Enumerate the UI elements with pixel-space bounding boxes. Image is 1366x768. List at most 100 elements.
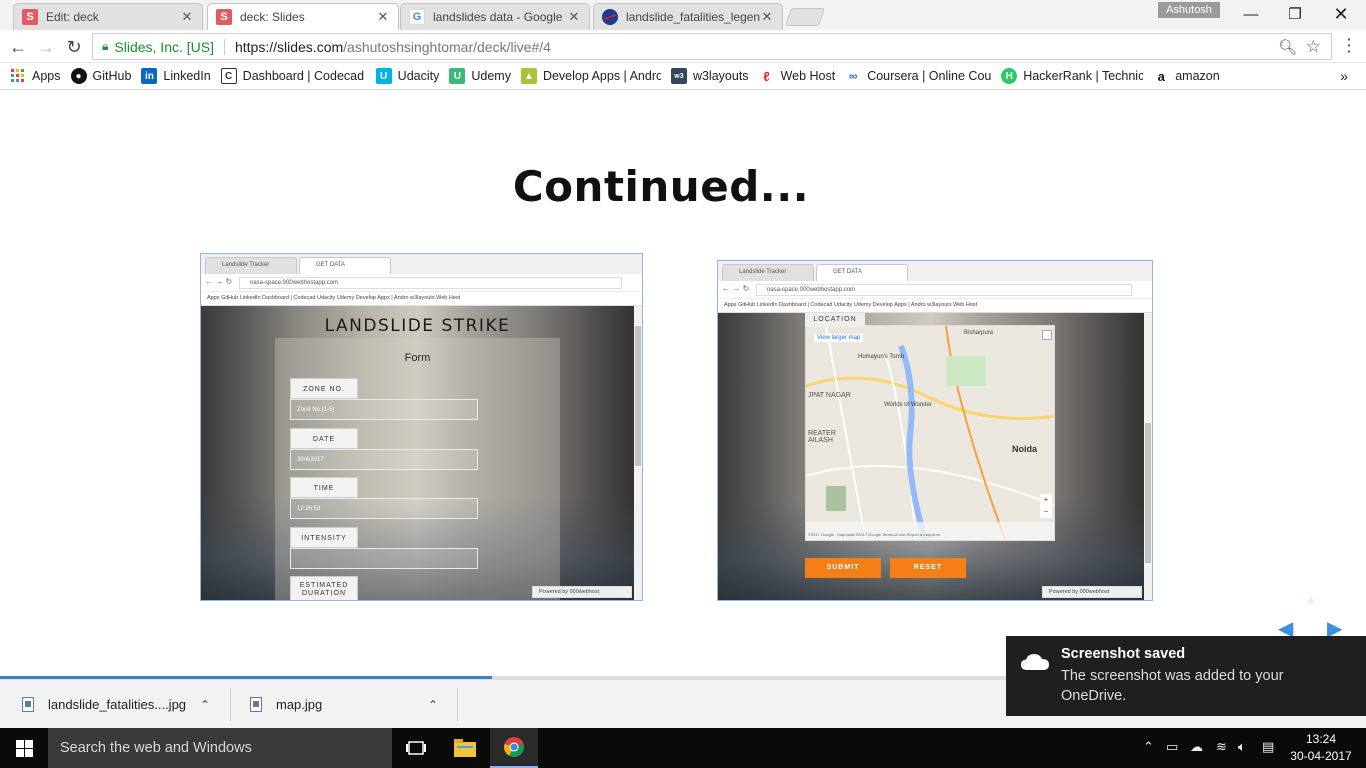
- mini-toolbar: ← → ↻ nasa-space.000webhostapp.com: [201, 274, 642, 292]
- close-tab-icon[interactable]: ✕: [760, 9, 774, 25]
- mini-tab: GET DATA: [816, 264, 908, 281]
- bookmarks-overflow-icon[interactable]: »: [1340, 68, 1348, 84]
- bookmark-amazon[interactable]: a amazon: [1153, 68, 1220, 84]
- security-chip[interactable]: Slides, Inc. [US]: [114, 39, 214, 55]
- amazon-icon: a: [1153, 68, 1170, 84]
- mini-url: nasa-space.000webhostapp.com: [756, 284, 1132, 296]
- chrome-taskbar-icon[interactable]: [490, 728, 538, 768]
- tray-overflow-icon[interactable]: ⌃: [1143, 739, 1154, 755]
- bookmark-develop-apps[interactable]: ▲ Develop Apps | Andro: [520, 68, 661, 84]
- bookmark-web-host[interactable]: ℓ Web Host: [758, 68, 835, 84]
- map-place: REATER AILASH: [808, 430, 836, 444]
- webhost-icon: ℓ: [758, 68, 775, 84]
- landslide-map-screenshot: Landslide Tracker GET DATA ← → ↻ nasa-sp…: [717, 260, 1153, 601]
- bookmark-star-icon[interactable]: ☆: [1306, 37, 1321, 57]
- map-place: Humayun's Tomb: [858, 354, 905, 360]
- tab-label: deck: Slides: [240, 10, 305, 24]
- chevron-up-icon[interactable]: ⌃: [428, 698, 438, 712]
- tab-edit-deck[interactable]: S Edit: deck ✕: [13, 3, 203, 30]
- reload-icon[interactable]: ↻: [61, 34, 87, 60]
- close-tab-icon[interactable]: ✕: [180, 9, 194, 25]
- form-subheading: Form: [404, 352, 431, 364]
- profile-button[interactable]: Ashutosh: [1158, 2, 1220, 18]
- tab-strip: S Edit: deck ✕ S deck: Slides ✕ G landsl…: [0, 0, 1366, 30]
- map-place: JPAT NAGAR: [808, 392, 851, 399]
- bookmark-hackerrank[interactable]: H HackerRank | Technica: [1001, 68, 1143, 84]
- toast-body: The screenshot was added to your OneDriv…: [1061, 668, 1284, 704]
- bookmark-apps[interactable]: Apps: [10, 68, 61, 84]
- minimize-icon[interactable]: —: [1228, 0, 1274, 28]
- zone-input: Zone No.(1-5): [290, 399, 478, 420]
- linkedin-icon: in: [141, 68, 158, 84]
- close-tab-icon[interactable]: ✕: [567, 9, 581, 25]
- mini-tab-strip: Landslide Tracker GET DATA: [718, 261, 1152, 281]
- taskbar-clock[interactable]: 13:24 30-04-2017: [1286, 731, 1356, 765]
- forward-arrow-icon[interactable]: →: [33, 34, 59, 60]
- lock-icon: 🔒︎: [102, 39, 109, 53]
- submit-button: SUBMIT: [805, 558, 881, 578]
- download-item[interactable]: landslide_fatalities....jpg ⌃: [0, 680, 230, 729]
- chrome-menu-icon[interactable]: ⋮: [1340, 35, 1358, 56]
- fullscreen-icon: [1042, 330, 1052, 340]
- mini-tab: GET DATA: [299, 257, 391, 274]
- bookmark-coursera[interactable]: ∞ Coursera | Online Cou: [845, 68, 991, 84]
- onedrive-toast[interactable]: Screenshot saved The screenshot was adde…: [1006, 636, 1366, 716]
- tray-onedrive-icon[interactable]: ☁: [1190, 739, 1203, 755]
- slides-favicon-icon: S: [216, 9, 232, 25]
- duration-label: ESTIMATED DURATION: [290, 576, 358, 600]
- zoom-controls-icon: + −: [1040, 494, 1052, 518]
- task-view-icon[interactable]: [392, 728, 440, 768]
- powered-by-badge: Powered by 000webhost: [532, 586, 632, 598]
- tray-volume-icon[interactable]: 🔈︎: [1238, 739, 1246, 755]
- landslide-form-screenshot: Landslide Tracker GET DATA ← → ↻ nasa-sp…: [200, 253, 643, 601]
- tab-label: landslides data - Google: [433, 10, 563, 24]
- map-place: Bisharpura: [964, 330, 994, 336]
- bookmark-udemy[interactable]: U Udemy: [449, 68, 511, 84]
- cloud-icon: [1021, 654, 1049, 670]
- browser-toolbar: ← → ↻ 🔒︎ Slides, Inc. [US] https://slide…: [0, 30, 1366, 63]
- bookmark-github[interactable]: ● GitHub: [70, 68, 131, 84]
- bookmark-w3layouts[interactable]: w3 w3layouts: [670, 68, 749, 84]
- bookmark-udacity[interactable]: U Udacity: [375, 68, 439, 84]
- tab-landslide-fatalities[interactable]: landslide_fatalities_legen ✕: [593, 3, 783, 30]
- zoom-icon[interactable]: 🔍︎: [1278, 38, 1297, 56]
- divider: [457, 688, 458, 721]
- time-input: 12:26:53: [290, 498, 478, 519]
- map-place: Worlds of Wonder: [884, 402, 932, 408]
- zone-label: ZONE NO.: [290, 378, 358, 399]
- url-text[interactable]: https://slides.com/ashutoshsinghtomar/de…: [235, 39, 551, 55]
- tray-device-icon[interactable]: ▭: [1166, 739, 1178, 755]
- address-bar[interactable]: 🔒︎ Slides, Inc. [US] https://slides.com/…: [92, 33, 1332, 60]
- new-tab-button[interactable]: [785, 8, 825, 26]
- tab-label: Edit: deck: [46, 10, 99, 24]
- restore-icon[interactable]: ❐: [1272, 0, 1318, 28]
- github-icon: ●: [70, 68, 87, 84]
- taskbar-search-input[interactable]: Search the web and Windows: [48, 728, 392, 768]
- nasa-favicon-icon: [602, 9, 618, 25]
- intensity-input: [290, 548, 478, 569]
- download-item[interactable]: map.jpg ⌃: [228, 680, 458, 729]
- bookmark-codecademy[interactable]: C Dashboard | Codecad: [220, 68, 366, 84]
- file-explorer-icon[interactable]: [441, 728, 489, 768]
- slide-up-arrow-icon[interactable]: ▲: [1305, 592, 1317, 606]
- download-filename: map.jpg: [276, 697, 323, 712]
- windows-start-icon[interactable]: [0, 728, 48, 768]
- clock-date: 30-04-2017: [1290, 749, 1352, 763]
- chevron-up-icon[interactable]: ⌃: [200, 698, 210, 712]
- tray-wifi-icon[interactable]: ≋: [1216, 739, 1227, 755]
- tab-label: landslide_fatalities_legen: [626, 10, 760, 24]
- google-map: View larger map Bisharpura Humayun's Tom…: [805, 325, 1055, 541]
- tab-landslides-data[interactable]: G landslides data - Google ✕: [400, 3, 590, 30]
- close-window-icon[interactable]: ✕: [1318, 0, 1364, 28]
- bookmark-linkedin[interactable]: in LinkedIn: [141, 68, 211, 84]
- close-tab-icon[interactable]: ✕: [376, 9, 390, 25]
- mini-scrollbar: [1144, 313, 1152, 600]
- codecademy-icon: C: [220, 68, 237, 84]
- windows-taskbar: Search the web and Windows ⌃ ▭ ☁ ≋ 🔈︎ ▤ …: [0, 728, 1366, 768]
- tab-deck-slides[interactable]: S deck: Slides ✕: [207, 3, 399, 30]
- tray-notification-icon[interactable]: ▤: [1262, 739, 1274, 755]
- map-footer: ©2017 Google · Map data ©2017 Google Ter…: [808, 532, 941, 537]
- download-filename: landslide_fatalities....jpg: [48, 697, 187, 712]
- date-input: 30/4/2017: [290, 449, 478, 470]
- back-arrow-icon[interactable]: ←: [5, 34, 31, 60]
